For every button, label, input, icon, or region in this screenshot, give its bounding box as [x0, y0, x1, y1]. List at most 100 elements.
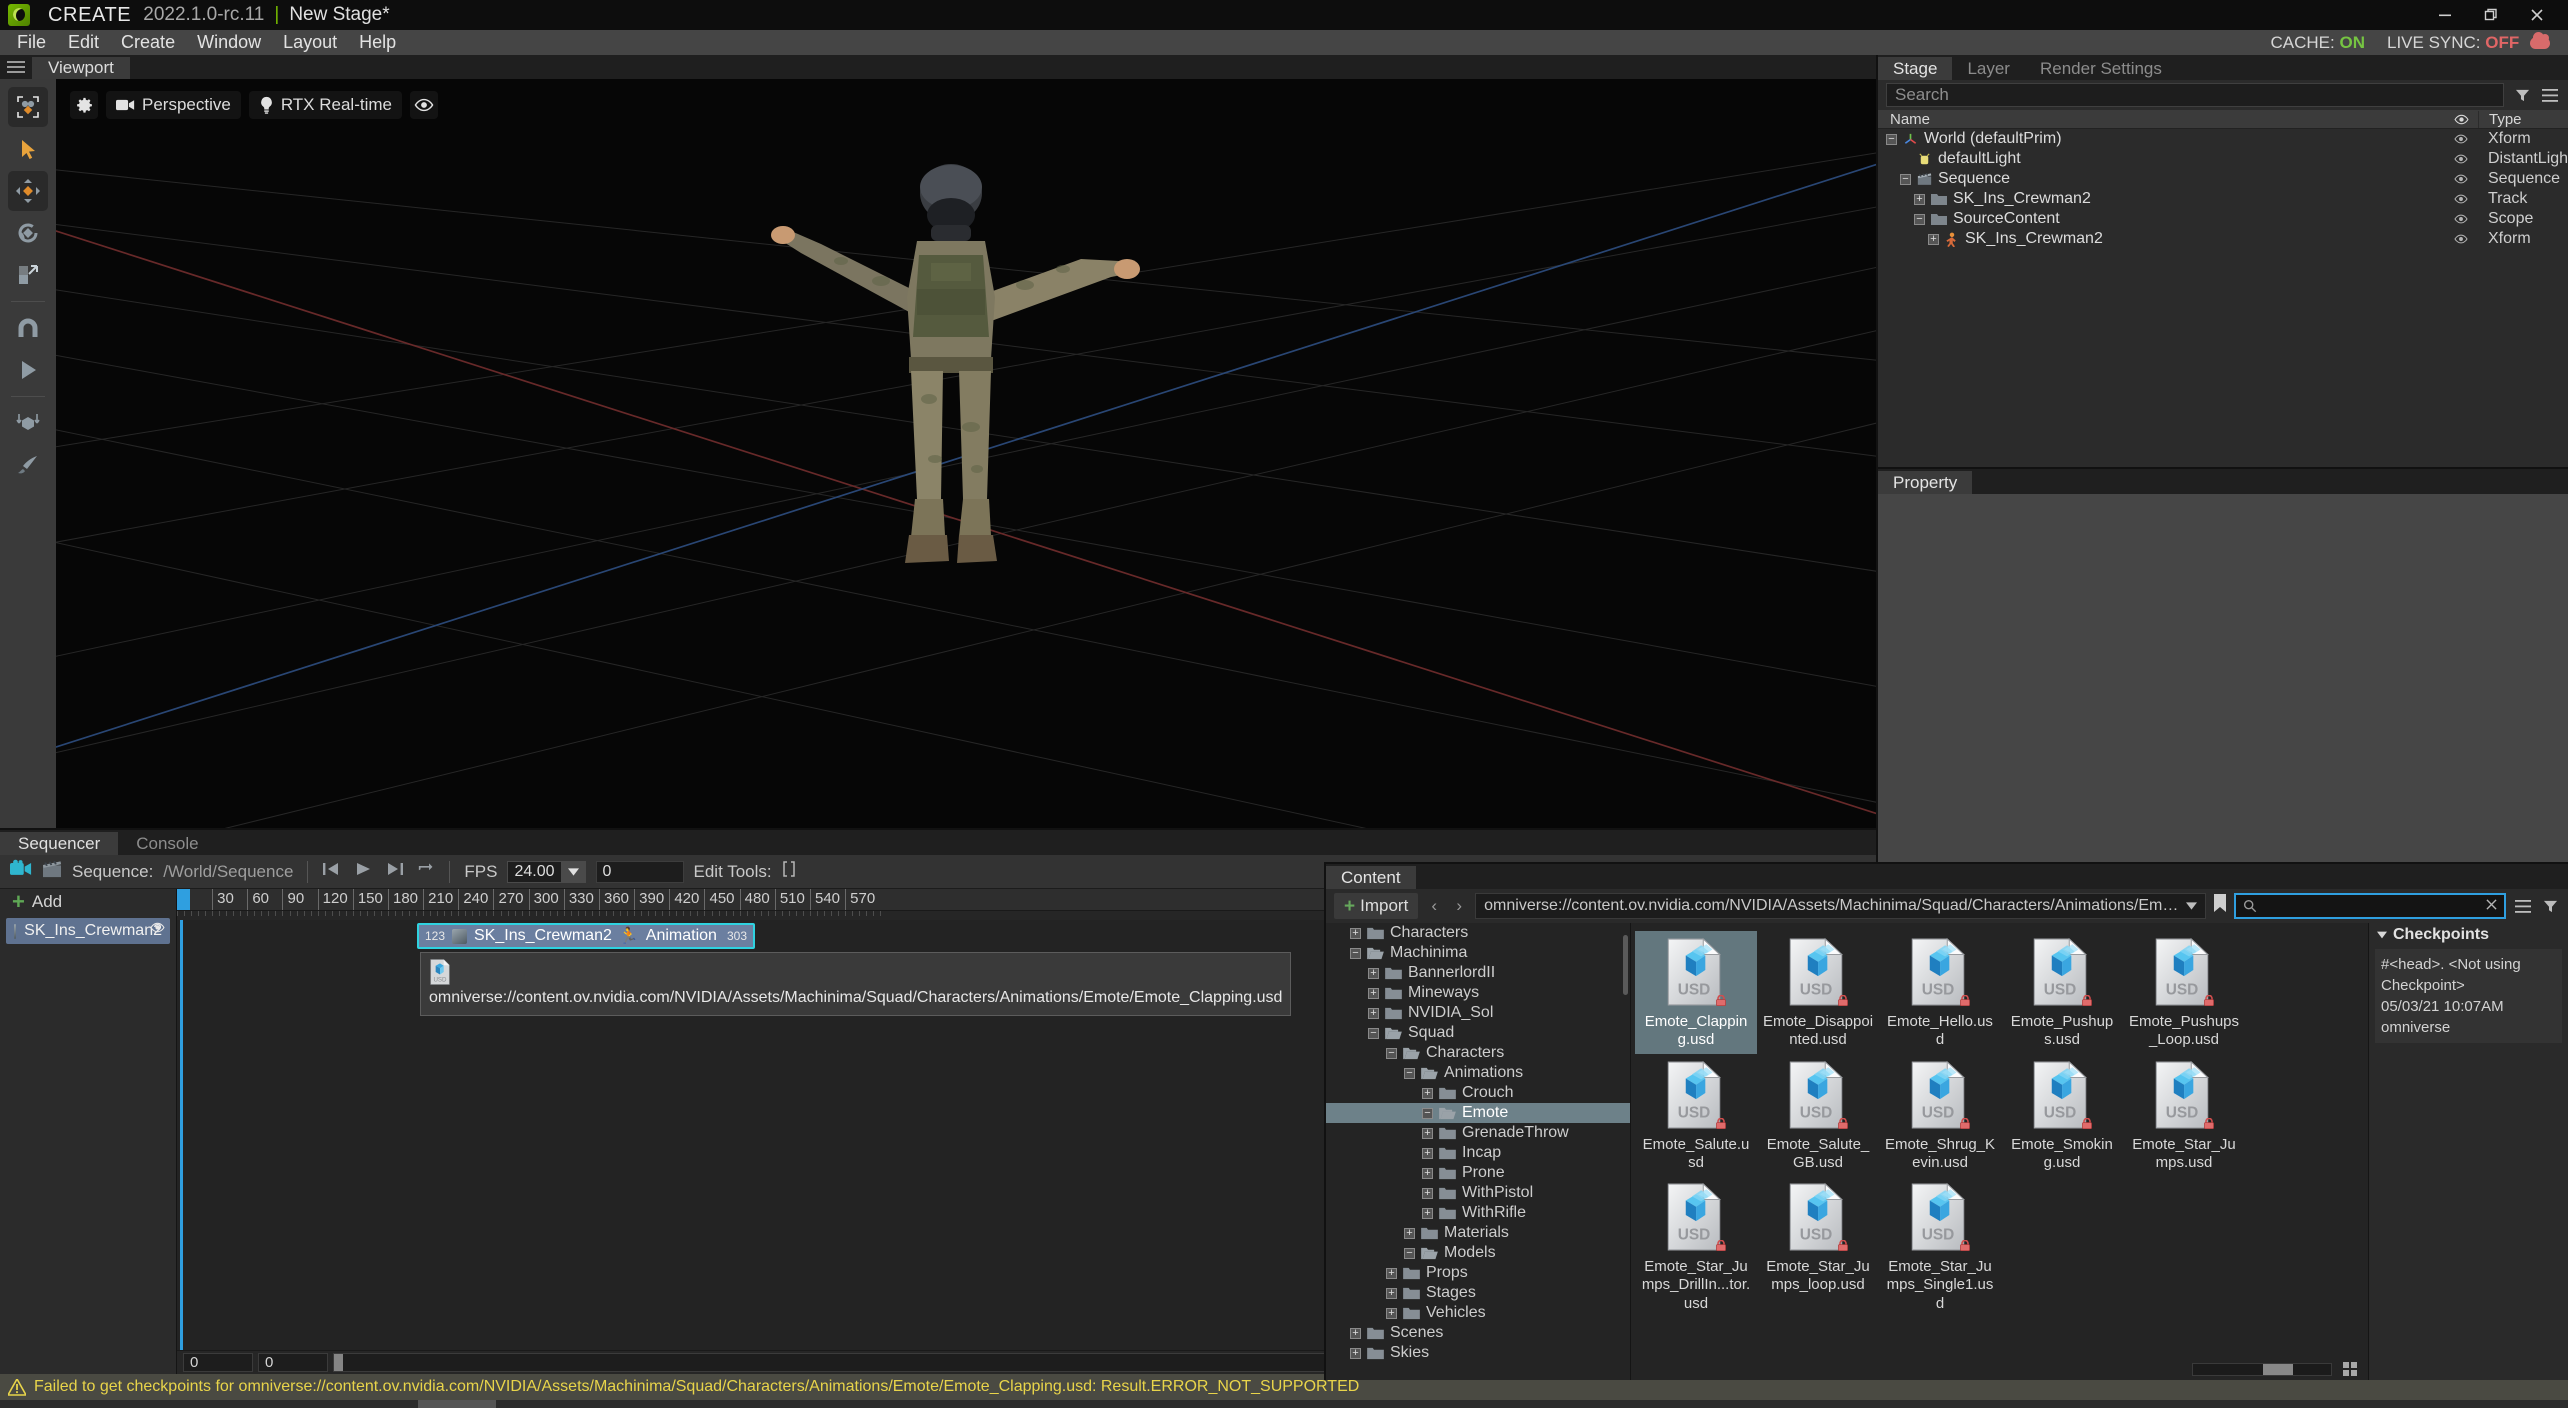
collapse-expander-icon[interactable]: −: [1404, 1247, 1415, 1259]
play-tool-icon[interactable]: [8, 350, 48, 390]
checkpoint-entry[interactable]: #<head>. <Not using Checkpoint> 05/03/21…: [2375, 949, 2562, 1043]
maximize-icon[interactable]: [2468, 0, 2514, 30]
content-folder-row[interactable]: − Emote: [1326, 1103, 1630, 1123]
expand-expander-icon[interactable]: +: [1368, 987, 1379, 999]
grid-view-icon[interactable]: [2340, 1358, 2360, 1380]
collapse-expander-icon[interactable]: −: [1914, 213, 1925, 225]
content-folder-row[interactable]: + GrenadeThrow: [1326, 1123, 1630, 1143]
track-visibility-eye-icon[interactable]: [150, 920, 165, 938]
content-folder-row[interactable]: + Vehicles: [1326, 1303, 1630, 1323]
expand-expander-icon[interactable]: +: [1914, 193, 1925, 205]
asset-item[interactable]: USD Emote_Star_Jumps_DrillIn...tor.usd: [1635, 1176, 1757, 1317]
content-folder-row[interactable]: + Prone: [1326, 1163, 1630, 1183]
row-visibility-eye-icon[interactable]: [2444, 174, 2478, 184]
asset-item[interactable]: USD Emote_Pushups.usd: [2001, 931, 2123, 1054]
chevron-down-icon[interactable]: [561, 860, 586, 883]
edit-tools-bracket-icon[interactable]: [782, 860, 796, 883]
asset-item[interactable]: USD Emote_Hello.usd: [1879, 931, 2001, 1054]
expand-expander-icon[interactable]: +: [1350, 927, 1361, 939]
tab-viewport[interactable]: Viewport: [32, 57, 130, 79]
viewport-settings-gear-icon[interactable]: [70, 91, 98, 119]
expand-expander-icon[interactable]: +: [1928, 233, 1939, 245]
stage-tree-row[interactable]: − World (defaultPrim) Xform: [1878, 129, 2568, 149]
tab-render-settings[interactable]: Render Settings: [2025, 57, 2177, 80]
layout-menu-icon[interactable]: [0, 55, 32, 79]
expand-expander-icon[interactable]: +: [1422, 1207, 1433, 1219]
row-visibility-eye-icon[interactable]: [2444, 214, 2478, 224]
expand-expander-icon[interactable]: +: [1368, 1007, 1379, 1019]
content-folder-row[interactable]: − Animations: [1326, 1063, 1630, 1083]
collapse-expander-icon[interactable]: −: [1886, 133, 1897, 145]
stage-options-icon[interactable]: [2540, 84, 2560, 106]
expand-expander-icon[interactable]: +: [1386, 1287, 1397, 1299]
stage-tree-row[interactable]: defaultLight DistantLight: [1878, 149, 2568, 169]
expand-expander-icon[interactable]: +: [1404, 1227, 1415, 1239]
step-forward-icon[interactable]: [386, 861, 404, 883]
range-start-input[interactable]: 0: [183, 1353, 253, 1372]
asset-item[interactable]: USD Emote_Star_Jumps.usd: [2123, 1054, 2245, 1177]
collapse-triangle-icon[interactable]: [2377, 926, 2387, 944]
asset-item[interactable]: USD Emote_Salute_GB.usd: [1757, 1054, 1879, 1177]
animation-clip[interactable]: 123 SK_Ins_Crewman2 🏃 Animation 303: [417, 923, 755, 949]
add-track-button[interactable]: + Add: [0, 889, 176, 915]
content-path-input[interactable]: omniverse://content.ov.nvidia.com/NVIDIA…: [1475, 893, 2207, 919]
asset-item[interactable]: USD Emote_Disappointed.usd: [1757, 931, 1879, 1054]
content-folder-row[interactable]: + WithRifle: [1326, 1203, 1630, 1223]
content-folder-row[interactable]: + BannerlordII: [1326, 963, 1630, 983]
renderer-selector-button[interactable]: RTX Real-time: [248, 91, 402, 119]
close-icon[interactable]: [2514, 0, 2560, 30]
snap-magnet-icon[interactable]: [8, 308, 48, 348]
asset-item[interactable]: USD Emote_Shrug_Kevin.usd: [1879, 1054, 2001, 1177]
content-folder-row[interactable]: + Incap: [1326, 1143, 1630, 1163]
expand-expander-icon[interactable]: +: [1422, 1147, 1433, 1159]
expand-expander-icon[interactable]: +: [1422, 1167, 1433, 1179]
stage-tree-row[interactable]: − SourceContent Scope: [1878, 209, 2568, 229]
slider-knob[interactable]: [2263, 1363, 2293, 1375]
content-folder-row[interactable]: + WithPistol: [1326, 1183, 1630, 1203]
collapse-expander-icon[interactable]: −: [1900, 173, 1911, 185]
physics-drop-icon[interactable]: [8, 403, 48, 443]
scale-tool-icon[interactable]: [8, 255, 48, 295]
import-button[interactable]: + Import: [1334, 893, 1419, 919]
livesync-status[interactable]: LIVE SYNC: OFF: [2387, 31, 2550, 53]
stage-tree-row[interactable]: − Sequence Sequence: [1878, 169, 2568, 189]
asset-item[interactable]: USD Emote_Pushups_Loop.usd: [2123, 931, 2245, 1054]
expand-expander-icon[interactable]: +: [1422, 1187, 1433, 1199]
minimize-icon[interactable]: [2422, 0, 2468, 30]
expand-expander-icon[interactable]: +: [1386, 1307, 1397, 1319]
tab-sequencer[interactable]: Sequencer: [0, 832, 119, 855]
content-folder-row[interactable]: − Models: [1326, 1243, 1630, 1263]
content-folder-row[interactable]: + NVIDIA_Sol: [1326, 1003, 1630, 1023]
asset-item[interactable]: USD Emote_Salute.usd: [1635, 1054, 1757, 1177]
row-visibility-eye-icon[interactable]: [2444, 194, 2478, 204]
collapse-expander-icon[interactable]: −: [1350, 947, 1361, 959]
viewport-visibility-eye-icon[interactable]: [409, 91, 438, 119]
stage-tree-row[interactable]: + SK_Ins_Crewman2 Xform: [1878, 229, 2568, 249]
paint-brush-icon[interactable]: [8, 445, 48, 485]
menu-help[interactable]: Help: [348, 30, 407, 55]
content-tree-scrollbar[interactable]: [1623, 935, 1628, 995]
tab-content[interactable]: Content: [1326, 866, 1416, 889]
move-tool-icon[interactable]: [8, 171, 48, 211]
content-folder-tree[interactable]: + Characters − Machinima + BannerlordII + Minew…: [1326, 923, 1631, 1380]
step-back-icon[interactable]: [322, 861, 340, 883]
asset-grid[interactable]: USD Emote_Clapping.usd USD Emote_Disappo…: [1631, 923, 2368, 1358]
viewport-3d[interactable]: Perspective RTX Real-time: [56, 79, 1876, 828]
path-dropdown-icon[interactable]: [2186, 897, 2198, 915]
content-folder-row[interactable]: + Skies: [1326, 1343, 1630, 1363]
content-folder-row[interactable]: + Materials: [1326, 1223, 1630, 1243]
current-frame-input[interactable]: 0: [595, 860, 684, 883]
fps-selector[interactable]: 24.00: [507, 860, 586, 883]
selection-mode-icon[interactable]: [8, 87, 48, 127]
expand-expander-icon[interactable]: +: [1350, 1327, 1361, 1339]
track-row[interactable]: SK_Ins_Crewman2: [6, 918, 170, 944]
asset-item[interactable]: USD Emote_Star_Jumps_Single1.usd: [1879, 1176, 2001, 1317]
collapse-expander-icon[interactable]: −: [1422, 1107, 1433, 1119]
content-folder-row[interactable]: − Squad: [1326, 1023, 1630, 1043]
content-folder-row[interactable]: + Crouch: [1326, 1083, 1630, 1103]
asset-item[interactable]: USD Emote_Star_Jumps_loop.usd: [1757, 1176, 1879, 1317]
content-folder-row[interactable]: − Characters: [1326, 1043, 1630, 1063]
menu-create[interactable]: Create: [110, 30, 186, 55]
stage-tree-row[interactable]: + SK_Ins_Crewman2 Track: [1878, 189, 2568, 209]
menu-edit[interactable]: Edit: [57, 30, 110, 55]
